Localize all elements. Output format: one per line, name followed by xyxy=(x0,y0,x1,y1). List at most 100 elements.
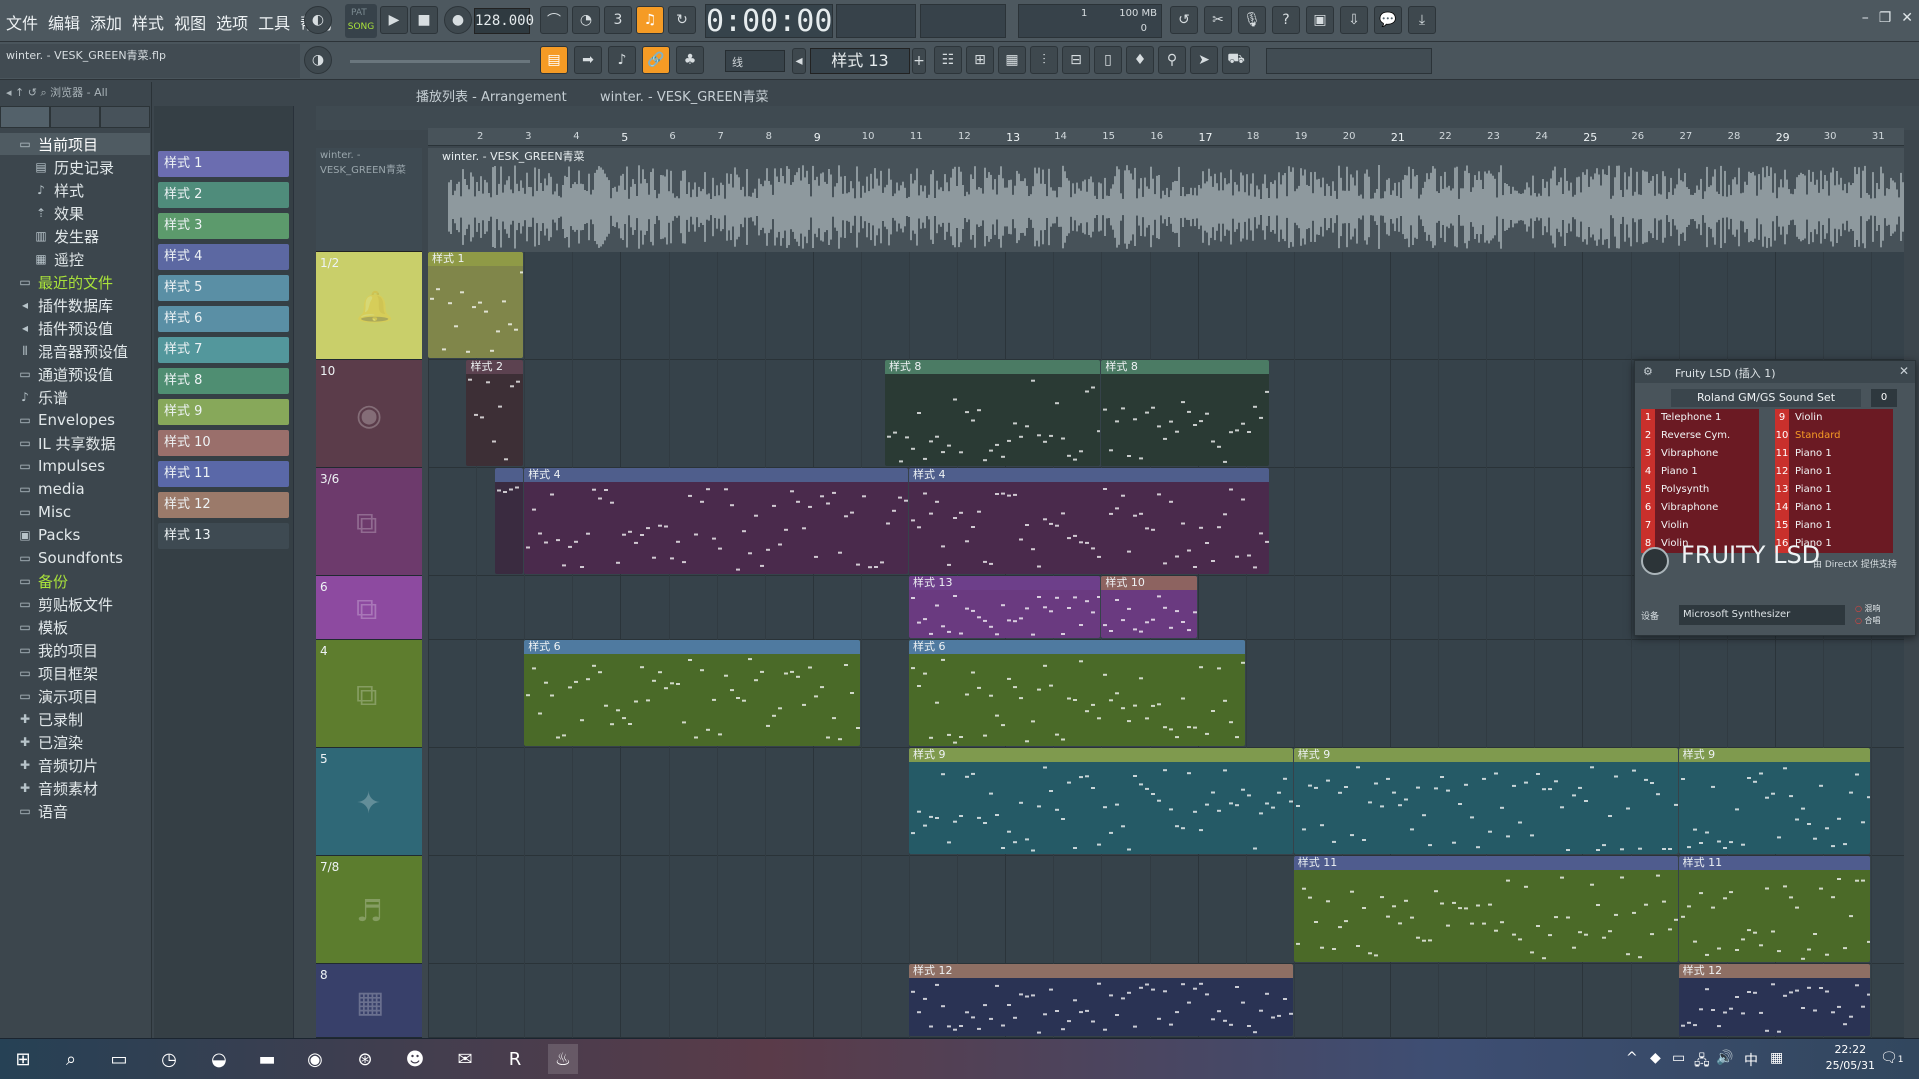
pattern-clip[interactable]: 样式 4 xyxy=(524,468,908,574)
browser-item[interactable]: ▭ 剪贴板文件 xyxy=(0,593,150,615)
browser-item[interactable]: ▭ 备份 xyxy=(0,570,150,592)
browser-item[interactable]: ▦ 遥控 xyxy=(0,248,150,270)
track-header[interactable]: 5 ✦ xyxy=(316,748,422,856)
pattern-clip[interactable]: 样式 2 xyxy=(466,360,524,466)
notification-icon[interactable]: 🗨1 xyxy=(1880,1050,1904,1066)
channel-icon[interactable]: ⊞ xyxy=(966,46,994,74)
edge-icon[interactable]: ◒ xyxy=(204,1044,234,1074)
task-view-icon[interactable]: ▭ xyxy=(104,1044,134,1074)
lsd-channel-row[interactable]: 15 Piano 1 xyxy=(1775,517,1893,535)
pattern-clip[interactable]: 样式 9 xyxy=(909,748,1293,854)
browser-item[interactable]: ◂ 插件预设值 xyxy=(0,317,150,339)
track-header[interactable]: 10 ◉ xyxy=(316,360,422,468)
fl-studio-icon[interactable]: ♨ xyxy=(548,1044,578,1074)
download-icon[interactable]: ⤓ xyxy=(1408,6,1436,34)
prev-pattern-icon[interactable]: ◂ xyxy=(792,48,806,74)
metronome-icon[interactable]: ⌒ xyxy=(540,6,568,34)
pattern-clip[interactable]: 样式 10 xyxy=(1101,576,1197,638)
master-pitch-knob[interactable]: ◑ xyxy=(304,46,332,74)
cart-icon[interactable]: ⛟ xyxy=(1222,46,1250,74)
browser-item[interactable]: ▭ 通道预设值 xyxy=(0,363,150,385)
pattern-item[interactable]: 样式 8 xyxy=(158,368,289,394)
plugin-picker-icon[interactable]: ⫶ xyxy=(1030,46,1058,74)
stamp-icon[interactable]: ♣ xyxy=(676,46,704,74)
lsd-gear-icon[interactable]: ⚙ xyxy=(1643,365,1653,378)
save-icon[interactable]: ▣ xyxy=(1306,6,1334,34)
browser-tab-all[interactable] xyxy=(0,106,50,128)
pattern-item[interactable]: 样式 12 xyxy=(158,492,289,518)
tray-app-icon[interactable]: ◆ xyxy=(1650,1050,1661,1066)
countdown-icon[interactable]: 3 xyxy=(604,6,632,34)
wait-record-icon[interactable]: ◔ xyxy=(572,6,600,34)
app-r-icon[interactable]: R xyxy=(500,1044,530,1074)
mail-app-icon[interactable]: ✉ xyxy=(450,1044,480,1074)
lsd-close-icon[interactable]: ✕ xyxy=(1899,364,1909,378)
lsd-channel-row[interactable]: 11 Piano 1 xyxy=(1775,445,1893,463)
track-header[interactable]: 4 ⧉ xyxy=(316,640,422,748)
master-volume-knob[interactable]: ◐ xyxy=(304,6,332,34)
lsd-channel-row[interactable]: 13 Piano 1 xyxy=(1775,481,1893,499)
keyboard-icon[interactable]: ▦ xyxy=(1770,1050,1783,1066)
help-icon[interactable]: ? xyxy=(1272,6,1300,34)
track-header[interactable]: 6 ⧉ xyxy=(316,576,422,640)
pattern-item[interactable]: 样式 6 xyxy=(158,306,289,332)
chrome-icon[interactable]: ◉ xyxy=(300,1044,330,1074)
browser-item[interactable]: ▣ Packs xyxy=(0,524,150,546)
pattern-clip[interactable]: 样式 4 xyxy=(909,468,1269,574)
browser-icon[interactable]: ▦ xyxy=(998,46,1026,74)
track-header[interactable]: 7/8 ♬ xyxy=(316,856,422,964)
track-lane[interactable] xyxy=(428,252,1904,360)
browser-item[interactable]: ▭ 演示项目 xyxy=(0,685,150,707)
lsd-channel-row[interactable]: 2 Reverse Cym. xyxy=(1641,427,1759,445)
pattern-clip[interactable] xyxy=(495,468,524,574)
pin-icon[interactable]: ⚲ xyxy=(1158,46,1186,74)
browser-item[interactable]: ▭ 当前项目 xyxy=(0,133,150,155)
pattern-clip[interactable]: 样式 8 xyxy=(884,360,1101,466)
lsd-channel-row[interactable]: 3 Vibraphone xyxy=(1641,445,1759,463)
menu-item[interactable]: 选项 xyxy=(214,10,250,34)
pattern-clip[interactable]: 样式 9 xyxy=(1293,748,1678,854)
chat-icon[interactable]: 💬 xyxy=(1374,6,1402,34)
browser-item[interactable]: ▭ Soundfonts xyxy=(0,547,150,569)
ime-indicator[interactable]: 中 xyxy=(1744,1050,1758,1070)
start-icon[interactable]: ⊞ xyxy=(8,1044,38,1074)
mic-icon[interactable]: 🎙 xyxy=(1238,6,1266,34)
restore-icon[interactable]: ❐ xyxy=(1879,10,1892,26)
pattern-clip[interactable]: 样式 11 xyxy=(1293,856,1678,962)
browser-item[interactable]: ♪ 样式 xyxy=(0,179,150,201)
lsd-channel-row[interactable]: 7 Violin xyxy=(1641,517,1759,535)
browser-item[interactable]: ▥ 发生器 xyxy=(0,225,150,247)
pattern-selector[interactable]: 样式 13 xyxy=(810,48,910,74)
browser-item[interactable]: ▭ 项目框架 xyxy=(0,662,150,684)
device-select[interactable]: Microsoft Synthesizer xyxy=(1679,605,1845,625)
lsd-channel-row[interactable]: 6 Vibraphone xyxy=(1641,499,1759,517)
lsd-channel-row[interactable]: 1 Telephone 1 xyxy=(1641,409,1759,427)
browser-item[interactable]: ✚ 音频切片 xyxy=(0,754,150,776)
touch-icon[interactable]: ♦ xyxy=(1126,46,1154,74)
pattern-clip[interactable]: 样式 9 xyxy=(1678,748,1870,854)
lsd-volume-knob[interactable] xyxy=(1641,547,1669,575)
timeline-ruler[interactable]: 2 3 4 5 6 7 8 9 10 11 12 13 14 15 16 17 18 19 20 21 22 23 24 25… xyxy=(428,128,1904,146)
audio-track-header[interactable]: winter. - VESK_GREEN青菜 xyxy=(316,148,422,252)
pattern-song-toggle[interactable]: SONG xyxy=(345,4,377,38)
loop-record-icon[interactable]: ↻ xyxy=(668,6,696,34)
pattern-clip[interactable]: 样式 1 xyxy=(428,252,524,358)
browser-nav-icon[interactable]: ◂ ↑ ↺ ⌕ xyxy=(6,86,50,99)
soundset-select[interactable]: Roland GM/GS Sound Set xyxy=(1671,389,1861,407)
pattern-clip[interactable]: 样式 6 xyxy=(524,640,860,746)
pattern-item[interactable]: 样式 1 xyxy=(158,151,289,177)
track-header[interactable]: 8 ▦ xyxy=(316,964,422,1038)
lsd-channel-row[interactable]: 5 Polysynth xyxy=(1641,481,1759,499)
tempo-display[interactable]: 128.000 xyxy=(474,8,534,34)
pattern-clip[interactable]: 样式 6 xyxy=(909,640,1245,746)
track-header[interactable]: 1/2 🔔 xyxy=(316,252,422,360)
channel-rack-icon[interactable]: ➡ xyxy=(574,46,602,74)
pattern-item[interactable]: 样式 10 xyxy=(158,430,289,456)
add-pattern-icon[interactable]: + xyxy=(912,48,926,74)
browser-item[interactable]: ✚ 已录制 xyxy=(0,708,150,730)
volume-icon[interactable]: 🔊 xyxy=(1716,1050,1733,1066)
blend-notes-icon[interactable]: ♫ xyxy=(636,6,664,34)
track-header[interactable]: 3/6 ⧉ xyxy=(316,468,422,576)
link-icon[interactable]: 🔗 xyxy=(642,46,670,74)
lsd-channel-row[interactable]: 4 Piano 1 xyxy=(1641,463,1759,481)
